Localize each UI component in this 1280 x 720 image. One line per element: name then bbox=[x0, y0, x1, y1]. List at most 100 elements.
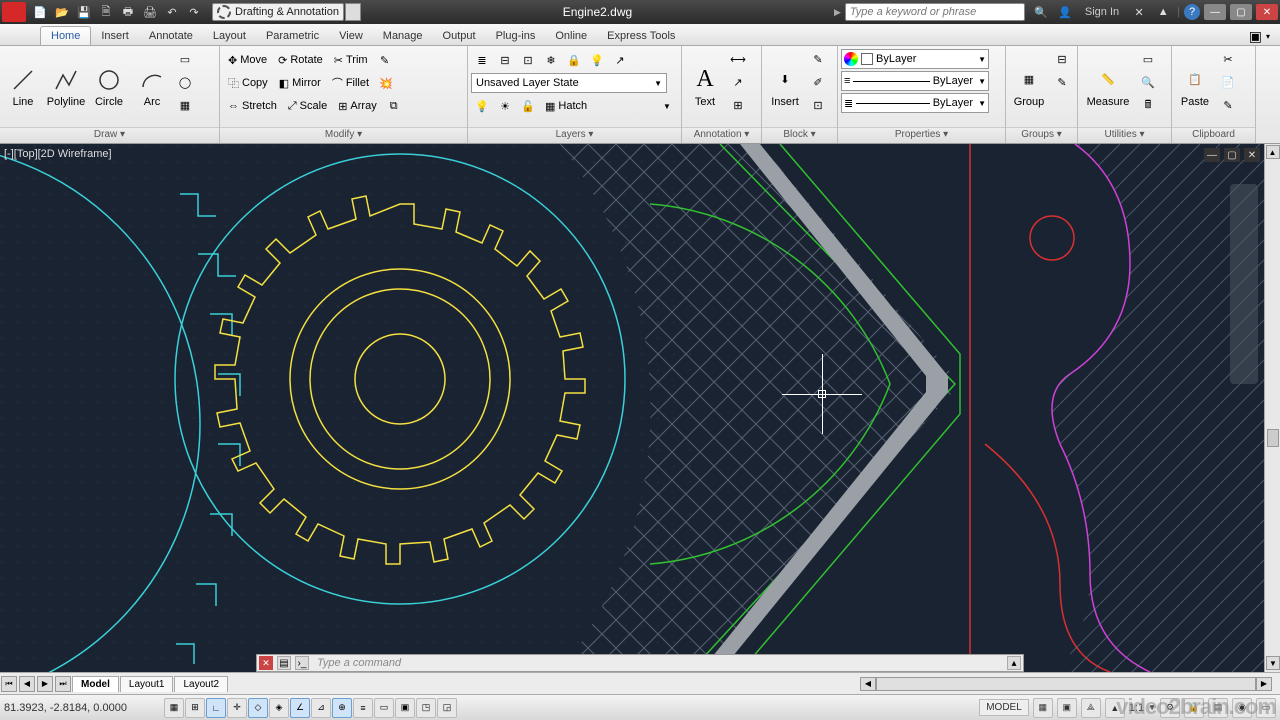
lineweight-dropdown[interactable]: ≡ByLayer▼ bbox=[841, 71, 989, 91]
command-line[interactable]: ✕ ▤ ›_ Type a command ▴ bbox=[256, 654, 1024, 672]
color-dropdown[interactable]: ByLayer▼ bbox=[841, 49, 989, 69]
undo-icon[interactable]: ↶ bbox=[162, 3, 182, 21]
scroll-thumb[interactable] bbox=[1267, 429, 1279, 447]
erase-icon[interactable]: ✎ bbox=[374, 49, 396, 71]
anno-scale-icon[interactable]: ⟁ bbox=[1081, 698, 1101, 718]
array-button[interactable]: ⊞Array bbox=[333, 95, 382, 117]
group-button[interactable]: ▦Group bbox=[1008, 48, 1050, 125]
qselect-icon[interactable]: 🔍 bbox=[1137, 71, 1159, 93]
exchange-icon[interactable]: ✕ bbox=[1129, 3, 1149, 21]
new-icon[interactable]: 📄 bbox=[30, 3, 50, 21]
cut-icon[interactable]: ✂ bbox=[1217, 48, 1239, 70]
linetype-dropdown[interactable]: ≣ByLayer▼ bbox=[841, 93, 989, 113]
lwt-toggle[interactable]: ≡ bbox=[353, 698, 373, 718]
polar-toggle[interactable]: ✛ bbox=[227, 698, 247, 718]
workspace-dropdown-icon[interactable]: ▼ bbox=[345, 3, 361, 21]
panel-focus-icon[interactable]: ▣ bbox=[1249, 28, 1262, 45]
anno-scale-label[interactable]: 1:1 bbox=[1129, 702, 1144, 714]
navigation-bar[interactable] bbox=[1230, 184, 1258, 384]
ducs-toggle[interactable]: ⊿ bbox=[311, 698, 331, 718]
ortho-toggle[interactable]: ∟ bbox=[206, 698, 226, 718]
vp-maximize-icon[interactable]: ▢ bbox=[1224, 148, 1240, 162]
tab-output[interactable]: Output bbox=[433, 27, 486, 45]
layout-max-icon[interactable]: ▣ bbox=[1057, 698, 1077, 718]
drawing-viewport[interactable]: [-][Top][2D Wireframe] — ▢ ✕ bbox=[0, 144, 1264, 672]
tab-layout1[interactable]: Layout1 bbox=[120, 676, 174, 692]
move-button[interactable]: ✥Move bbox=[223, 49, 272, 71]
panel-utilities-title[interactable]: Utilities ▾ bbox=[1078, 127, 1171, 143]
panel-layers-title[interactable]: Layers ▾ bbox=[468, 127, 681, 143]
minimize-button[interactable]: — bbox=[1204, 4, 1226, 20]
tab-plugins[interactable]: Plug-ins bbox=[486, 27, 546, 45]
insert-button[interactable]: ⬇Insert bbox=[764, 48, 806, 125]
ellipse-icon[interactable]: ◯ bbox=[174, 71, 196, 93]
ribbon-minimize-icon[interactable]: ▾ bbox=[1266, 32, 1270, 41]
text-button[interactable]: AText bbox=[684, 48, 726, 125]
user-icon[interactable]: 👤 bbox=[1055, 3, 1075, 21]
tab-manage[interactable]: Manage bbox=[373, 27, 433, 45]
ws-switch-icon[interactable]: ⚙ bbox=[1160, 698, 1180, 718]
hatch-layer-button[interactable]: ▦Hatch bbox=[540, 95, 592, 117]
scroll-down-icon[interactable]: ▼ bbox=[1266, 656, 1280, 670]
rectangle-icon[interactable]: ▭ bbox=[174, 48, 196, 70]
saveas-icon[interactable]: 🗎 bbox=[96, 3, 116, 21]
polyline-button[interactable]: Polyline bbox=[45, 48, 87, 125]
layer-state-dropdown[interactable]: Unsaved Layer State▼ bbox=[471, 73, 667, 93]
dim-linear-icon[interactable]: ⟷ bbox=[727, 48, 749, 70]
panel-draw-title[interactable]: Draw ▾ bbox=[0, 127, 219, 143]
hscroll-right-icon[interactable]: ▶ bbox=[1256, 677, 1272, 691]
print-icon[interactable]: 🖨 bbox=[140, 3, 160, 21]
paste-button[interactable]: 📋Paste bbox=[1174, 48, 1216, 125]
help-icon[interactable]: ? bbox=[1184, 4, 1200, 20]
line-button[interactable]: Line bbox=[2, 48, 44, 125]
panel-annotation-title[interactable]: Annotation ▾ bbox=[682, 127, 761, 143]
layer-merge-icon[interactable]: ⊟ bbox=[494, 49, 516, 71]
app-icon[interactable] bbox=[2, 2, 26, 22]
snap-toggle[interactable]: ▦ bbox=[164, 698, 184, 718]
anno-vis-icon[interactable]: ▲ bbox=[1105, 698, 1125, 718]
isolate-icon[interactable]: ◉ bbox=[1232, 698, 1252, 718]
sc-toggle[interactable]: ◳ bbox=[416, 698, 436, 718]
vp-minimize-icon[interactable]: — bbox=[1204, 148, 1220, 162]
save-icon[interactable]: 💾 bbox=[74, 3, 94, 21]
plot-icon[interactable]: 🖶 bbox=[118, 3, 138, 21]
copy-button[interactable]: ⿻Copy bbox=[223, 72, 273, 94]
h-scrollbar[interactable]: ◀ ▶ bbox=[860, 677, 1272, 691]
tab-prev-icon[interactable]: ◀ bbox=[19, 676, 35, 692]
am-toggle[interactable]: ◲ bbox=[437, 698, 457, 718]
clean-screen-icon[interactable]: ▭ bbox=[1256, 698, 1276, 718]
explode-icon[interactable]: 💥 bbox=[375, 72, 397, 94]
ungroup-icon[interactable]: ⊟ bbox=[1051, 48, 1073, 70]
model-space-button[interactable]: MODEL bbox=[979, 699, 1029, 716]
copy-clip-icon[interactable]: 📄 bbox=[1217, 71, 1239, 93]
layer-iso-icon[interactable]: ⊡ bbox=[517, 49, 539, 71]
osnap-toggle[interactable]: ◇ bbox=[248, 698, 268, 718]
search-input[interactable]: Type a keyword or phrase bbox=[845, 3, 1025, 21]
group-edit-icon[interactable]: ✎ bbox=[1051, 71, 1073, 93]
mirror-button[interactable]: ◧Mirror bbox=[274, 72, 326, 94]
tab-model[interactable]: Model bbox=[72, 676, 119, 692]
layer-dd-icon[interactable]: ▼ bbox=[656, 95, 678, 117]
table-icon[interactable]: ⊞ bbox=[727, 94, 749, 116]
fillet-button[interactable]: ⌒Fillet bbox=[327, 72, 374, 94]
panel-properties-title[interactable]: Properties ▾ bbox=[838, 127, 1005, 143]
tab-layout2[interactable]: Layout2 bbox=[174, 676, 228, 692]
layer-bulb-icon[interactable]: 💡 bbox=[471, 95, 493, 117]
hw-accel-icon[interactable]: ▤ bbox=[1208, 698, 1228, 718]
rotate-button[interactable]: ⟳Rotate bbox=[273, 49, 328, 71]
layout-quick-icon[interactable]: ▦ bbox=[1033, 698, 1053, 718]
circle-button[interactable]: Circle bbox=[88, 48, 130, 125]
close-button[interactable]: ✕ bbox=[1256, 4, 1278, 20]
tab-annotate[interactable]: Annotate bbox=[139, 27, 203, 45]
qp-toggle[interactable]: ▣ bbox=[395, 698, 415, 718]
open-icon[interactable]: 📂 bbox=[52, 3, 72, 21]
edit-block-icon[interactable]: ✐ bbox=[807, 71, 829, 93]
grid-toggle[interactable]: ⊞ bbox=[185, 698, 205, 718]
stretch-button[interactable]: ⇔Stretch bbox=[223, 95, 282, 117]
layer-lock-icon[interactable]: 🔒 bbox=[563, 49, 585, 71]
layer-prop-icon[interactable]: ≣ bbox=[471, 49, 493, 71]
scale-button[interactable]: ⤢Scale bbox=[283, 95, 332, 117]
create-block-icon[interactable]: ✎ bbox=[807, 48, 829, 70]
arc-button[interactable]: Arc bbox=[131, 48, 173, 125]
hscroll-left-icon[interactable]: ◀ bbox=[860, 677, 876, 691]
